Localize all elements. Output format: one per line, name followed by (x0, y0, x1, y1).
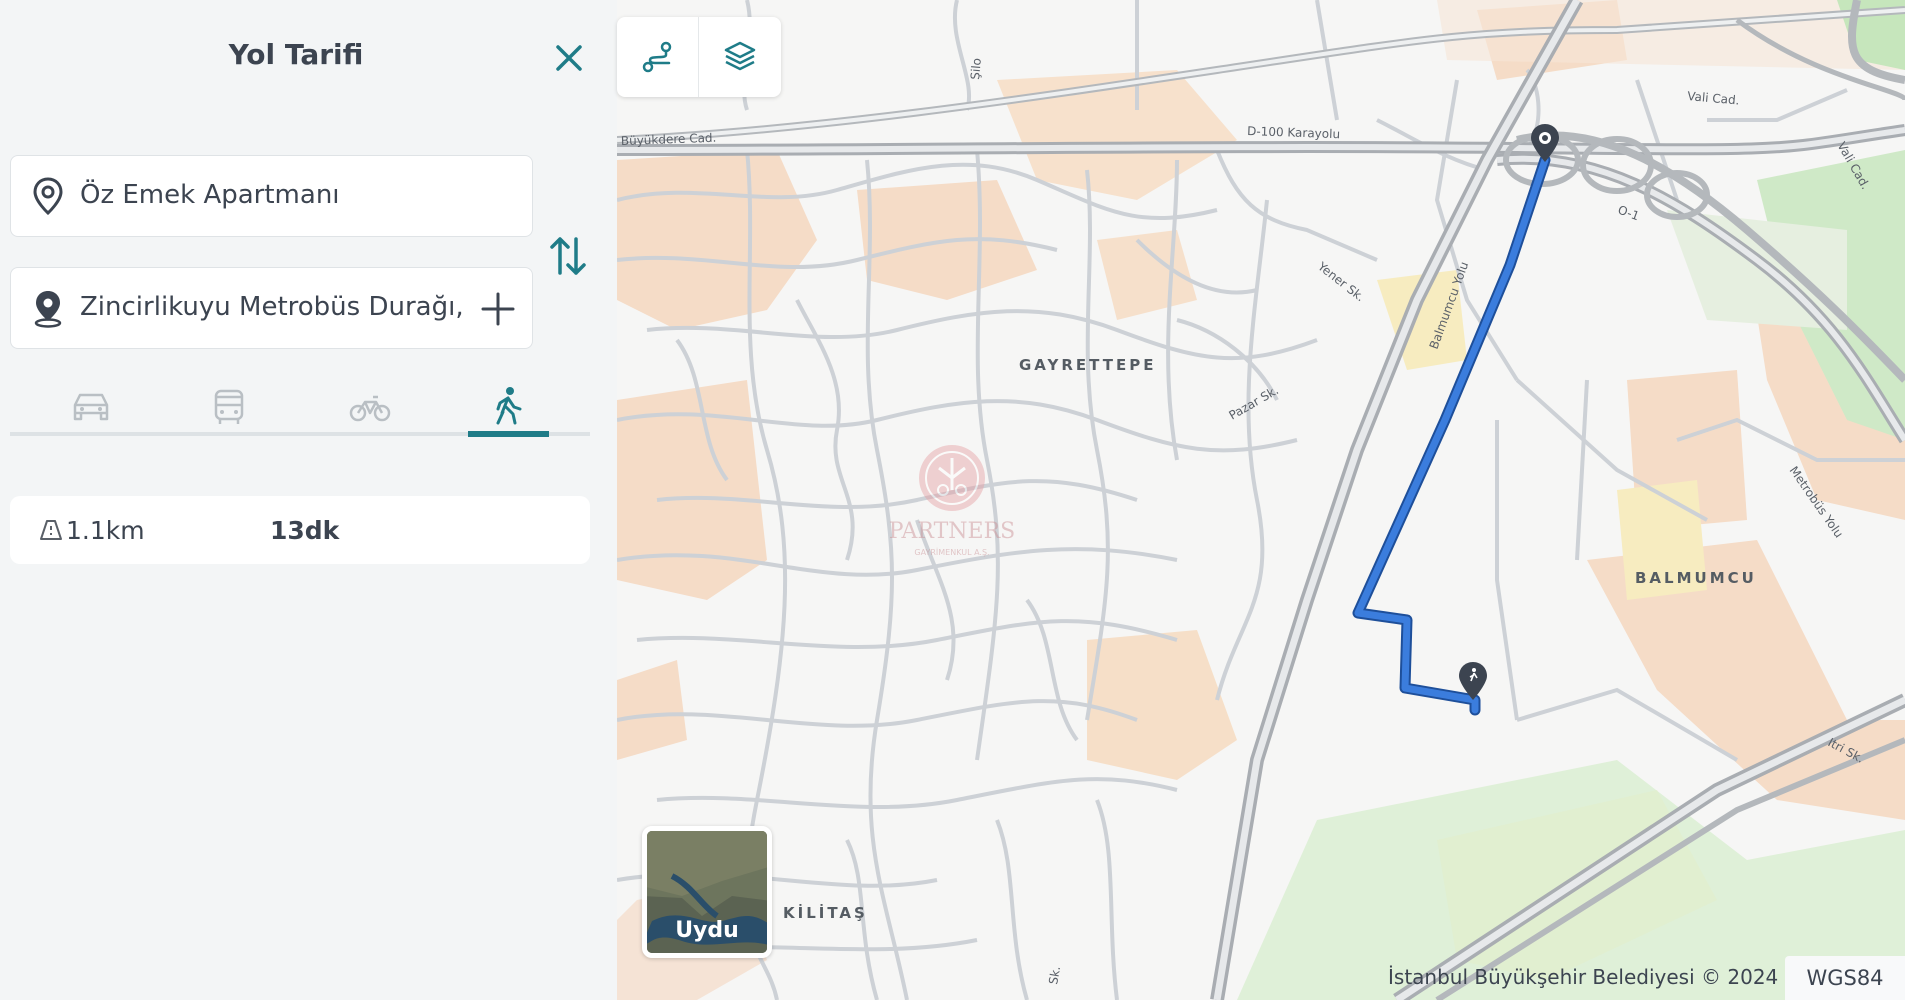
add-stop-icon[interactable] (478, 289, 518, 329)
car-icon[interactable] (67, 383, 115, 431)
walk-icon[interactable] (484, 383, 532, 431)
layers-icon (724, 41, 756, 71)
satellite-toggle[interactable]: Uydu (642, 826, 772, 958)
directions-panel: Yol Tarifi Öz Emek Apartmanı Zincirlikuy… (0, 0, 617, 1000)
road-label-silo: Şilo (968, 57, 984, 80)
route-icon (642, 41, 672, 73)
route-summary-card[interactable]: 1.1km 13dk (10, 496, 590, 564)
bicycle-icon[interactable] (346, 383, 394, 431)
map-canvas[interactable]: GAYRETTEPE BALMUMCU KİLİTAŞ D-100 Karayo… (617, 0, 1905, 1000)
map-attribution: İstanbul Büyükşehir Belediyesi © 2024 (1388, 965, 1779, 989)
place-label-kilitas: KİLİTAŞ (783, 903, 868, 922)
road-label-o1: O-1 (1616, 203, 1641, 224)
active-mode-indicator (468, 431, 549, 437)
road-label-vali-2: Vali Cad. (1687, 89, 1740, 108)
road-label-sk: Sk. (1046, 965, 1063, 986)
close-icon[interactable] (549, 38, 589, 78)
map-view[interactable]: GAYRETTEPE BALMUMCU KİLİTAŞ D-100 Karayo… (617, 0, 1905, 1000)
distance-icon (38, 517, 64, 543)
panel-title: Yol Tarifi (228, 38, 364, 71)
route-tool-button[interactable] (617, 17, 699, 97)
origin-value: Öz Emek Apartmanı (80, 180, 340, 210)
road-label-d100: D-100 Karayolu (1247, 124, 1340, 141)
location-pin-filled-icon (31, 288, 65, 328)
road-label-pazar: Pazar Sk. (1227, 383, 1281, 423)
destination-value: Zincirlikuyu Metrobüs Durağı, (80, 292, 464, 322)
origin-field[interactable]: Öz Emek Apartmanı (10, 155, 533, 237)
bus-icon[interactable] (205, 383, 253, 431)
watermark-subtext: GAYRİMENKUL A.Ş. (914, 547, 989, 557)
projection-toggle[interactable]: WGS84 (1785, 956, 1905, 1000)
destination-field[interactable]: Zincirlikuyu Metrobüs Durağı, (10, 267, 533, 349)
place-label-gayrettepe: GAYRETTEPE (1019, 356, 1156, 374)
watermark-text: PARTNERS (889, 519, 1015, 544)
place-label-balmumcu: BALMUMCU (1635, 569, 1757, 587)
route-duration: 13dk (270, 516, 340, 545)
road-label-yener: Yener Sk. (1314, 259, 1367, 305)
swap-arrows-icon[interactable] (548, 233, 588, 279)
satellite-label: Uydu (675, 918, 739, 943)
route-distance: 1.1km (66, 516, 145, 545)
layers-button[interactable] (699, 17, 781, 97)
location-pin-outline-icon (31, 176, 65, 216)
map-tools (617, 17, 781, 97)
